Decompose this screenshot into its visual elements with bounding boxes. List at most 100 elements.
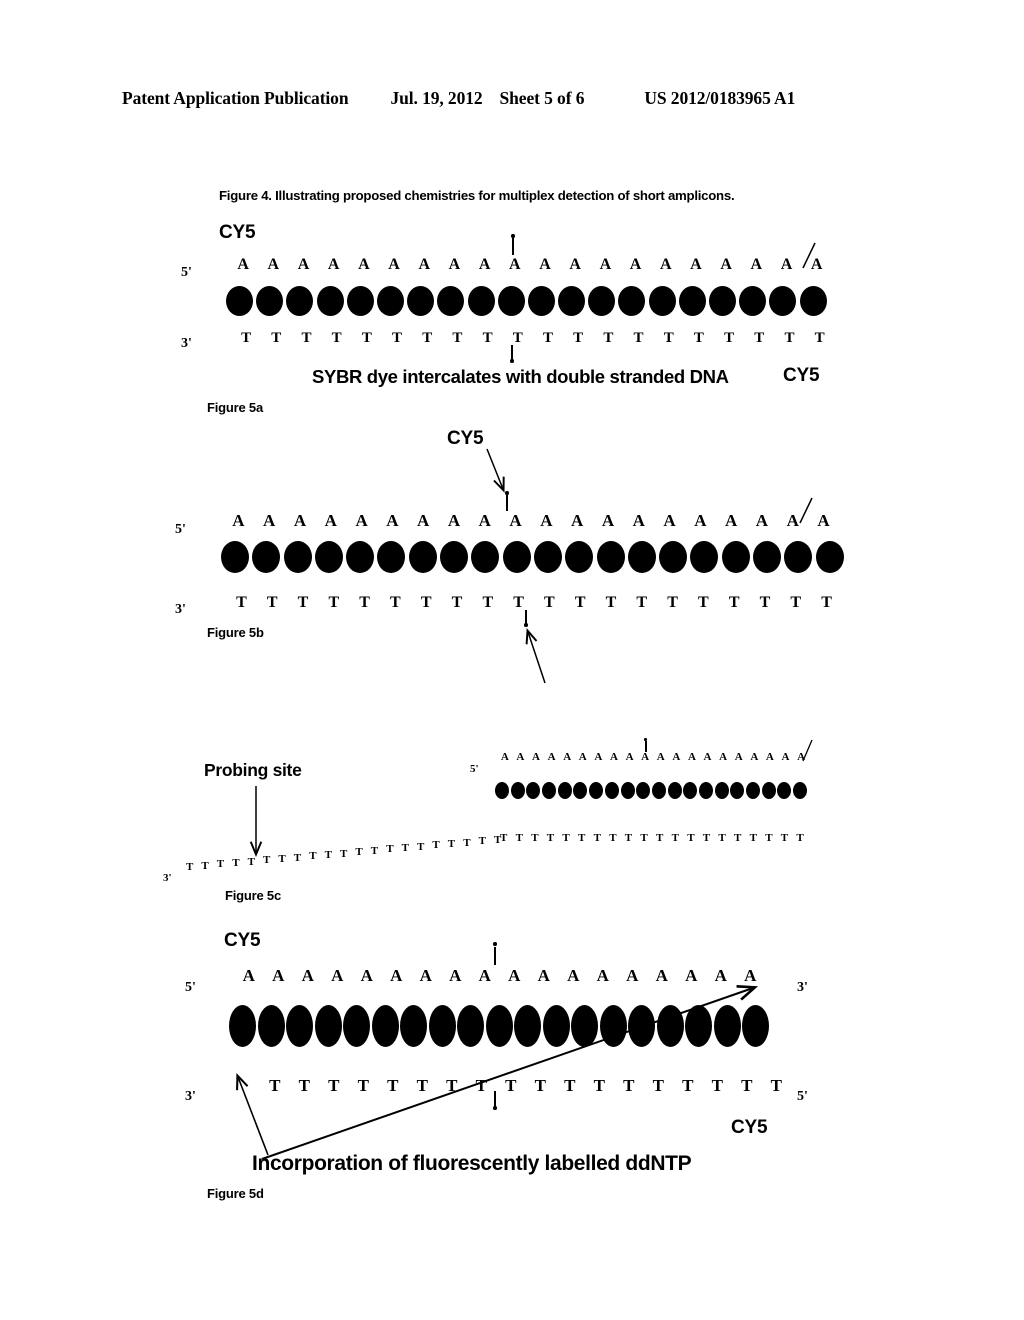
nucleotide-base: A	[390, 966, 403, 985]
figure5a-label: Figure 5a	[207, 400, 263, 415]
nucleotide-base: T	[512, 330, 523, 346]
sybr-dye-bead	[286, 286, 314, 316]
nucleotide-base: T	[633, 330, 644, 346]
sybr-dye-bead	[407, 286, 435, 316]
sybr-dye-bead	[471, 541, 500, 573]
figure5b-cy5-leader-arrow	[486, 448, 503, 489]
sybr-dye-bead	[514, 1005, 541, 1047]
figure5a-cy5-right-label: CY5	[783, 365, 820, 386]
figure5d-label: Figure 5d	[207, 1186, 264, 1201]
figure5d-bottom-strand: TTTTTTTTTTTTTTTTTT	[260, 1077, 791, 1094]
probe-nucleotide-base: T	[702, 832, 711, 844]
sybr-dye-bead	[257, 1005, 285, 1047]
nucleotide-base: A	[703, 751, 712, 763]
figure5d-cy5-dot-mid-top	[493, 942, 497, 946]
figure5d-cy5-bottom-label: CY5	[731, 1117, 768, 1138]
figure5a-cy5-stalk-mid-top	[512, 238, 514, 255]
figure5b-top-strand: AAAAAAAAAAAAAAAAAAAA	[223, 512, 839, 529]
sybr-dye-bead	[685, 1005, 712, 1047]
nucleotide-base: A	[601, 511, 615, 530]
nucleotide-base: A	[418, 256, 430, 273]
sybr-dye-bead	[229, 1005, 256, 1047]
figure5c-cy5-dot-mid	[644, 738, 647, 741]
nucleotide-base: A	[720, 256, 732, 273]
nucleotide-base: T	[331, 330, 342, 346]
nucleotide-base: A	[509, 511, 522, 530]
sybr-dye-bead	[659, 541, 688, 573]
nucleotide-base: A	[734, 751, 743, 763]
figure5a-five-prime-left: 5'	[181, 265, 192, 280]
sybr-dye-bead	[588, 286, 616, 316]
probe-nucleotide-base: T	[355, 846, 363, 859]
sybr-dye-bead	[746, 782, 760, 799]
sybr-dye-bead	[346, 286, 374, 316]
nucleotide-base: T	[759, 594, 771, 611]
sybr-dye-bead	[589, 782, 604, 799]
nucleotide-base: T	[564, 1076, 576, 1095]
nucleotide-base: T	[390, 594, 401, 611]
nucleotide-base: T	[770, 1076, 782, 1095]
sybr-dye-bead	[557, 782, 572, 799]
nucleotide-base: T	[593, 1076, 605, 1095]
probe-nucleotide-base: T	[624, 832, 633, 844]
nucleotide-base: T	[698, 594, 709, 611]
nucleotide-base: A	[567, 966, 580, 985]
sybr-dye-bead	[648, 286, 676, 316]
nucleotide-base: T	[821, 594, 832, 611]
sybr-dye-bead	[558, 286, 586, 316]
nucleotide-base: T	[392, 330, 403, 346]
nucleotide-base: A	[641, 751, 650, 763]
nucleotide-base: A	[571, 511, 584, 530]
sybr-dye-bead	[753, 541, 782, 573]
sybr-dye-bead	[542, 782, 557, 799]
nucleotide-base: T	[301, 330, 312, 346]
sybr-dye-bead	[596, 541, 625, 573]
nucleotide-base: A	[786, 511, 799, 530]
nucleotide-base: A	[242, 966, 255, 985]
probe-nucleotide-base: T	[734, 832, 742, 844]
nucleotide-base: A	[656, 751, 665, 763]
nucleotide-base: A	[478, 511, 491, 530]
patent-number: US 2012/0183965 A1	[644, 88, 796, 108]
nucleotide-base: T	[724, 330, 735, 346]
nucleotide-base: T	[241, 330, 252, 346]
sybr-dye-bead	[656, 1005, 684, 1047]
figure5b-cy5-stalk-mid-top	[506, 495, 508, 511]
probe-nucleotide-base: T	[263, 854, 271, 867]
nucleotide-base: T	[271, 330, 282, 346]
probe-nucleotide-base: T	[478, 835, 486, 848]
nucleotide-base: A	[750, 256, 763, 273]
nucleotide-base: A	[765, 751, 774, 763]
publication-label: Patent Application Publication	[122, 88, 349, 108]
nucleotide-base: A	[632, 511, 645, 530]
sybr-dye-bead	[769, 286, 797, 316]
nucleotide-base: A	[327, 256, 340, 273]
nucleotide-base: T	[693, 330, 704, 346]
probe-nucleotide-base: T	[578, 832, 586, 844]
figure5a-top-strand: AAAAAAAAAAAAAAAAAAAA	[228, 257, 832, 273]
nucleotide-base: T	[784, 330, 795, 346]
sybr-dye-bead	[742, 1005, 769, 1047]
nucleotide-base: T	[387, 1076, 399, 1095]
nucleotide-base: A	[625, 751, 634, 763]
nucleotide-base: A	[609, 751, 618, 763]
sybr-dye-bead	[799, 286, 827, 316]
nucleotide-base: A	[755, 511, 769, 530]
nucleotide-base: A	[448, 256, 461, 273]
sybr-dye-bead	[346, 541, 375, 573]
probe-nucleotide-base: T	[186, 861, 194, 873]
nucleotide-base: T	[359, 594, 370, 611]
probe-nucleotide-base: T	[432, 839, 440, 852]
nucleotide-base: A	[685, 966, 698, 985]
sybr-dye-bead	[784, 541, 813, 573]
figure5b-three-prime-left: 3'	[175, 602, 186, 617]
sybr-dye-bead	[495, 782, 509, 799]
probe-nucleotide-base: T	[247, 855, 255, 868]
probe-nucleotide-base: T	[278, 852, 286, 865]
figure5a-cy5-stalk-mid-bottom	[511, 345, 513, 360]
figure5a-cy5-dot-mid-top	[511, 234, 515, 238]
nucleotide-base: T	[328, 594, 340, 611]
nucleotide-base: A	[659, 256, 672, 273]
nucleotide-base: A	[478, 256, 491, 273]
sybr-dye-bead	[721, 541, 750, 573]
